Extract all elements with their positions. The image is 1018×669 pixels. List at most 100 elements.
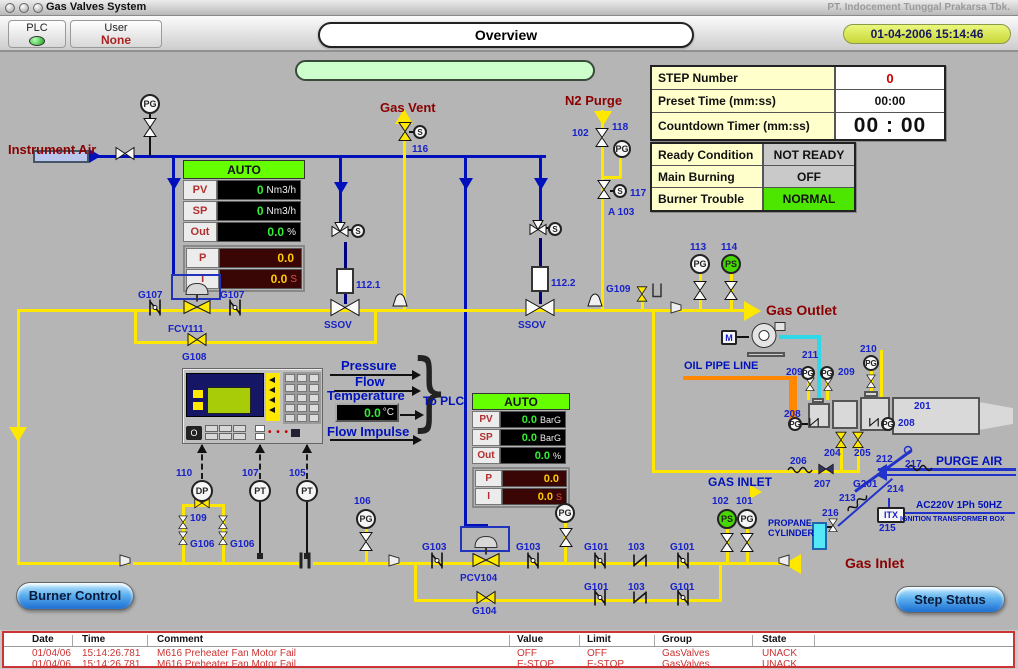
gas-valves-hmi: Gas Valves System PT. Indocement Tunggal… [0, 0, 1018, 669]
device-button-row[interactable]: O • • • [186, 423, 321, 442]
gauge-pg-icon: PG [690, 254, 710, 274]
orifice-plate-icon [297, 552, 313, 575]
burner-trouble-row: Burner Trouble NORMAL [652, 188, 854, 210]
alarm-cell[interactable]: GasValves [662, 659, 710, 668]
globe-valve-icon [720, 533, 734, 558]
plc-button[interactable]: PLC [8, 20, 66, 48]
diagram-label: G201 [853, 479, 877, 490]
param-label: Out [183, 222, 217, 242]
pipe-segment [652, 309, 655, 473]
flow-arrow-icon [744, 301, 761, 321]
alarm-col-header[interactable]: Value [517, 634, 543, 645]
diagram-label: 110 [176, 468, 192, 479]
pipe-segment [134, 309, 137, 344]
pipe-segment [878, 474, 1016, 476]
device-small-key[interactable] [291, 429, 300, 437]
alarm-cell[interactable]: 15:14:26.781 [82, 648, 140, 659]
globe-valve-icon [828, 518, 838, 536]
reducer-icon [670, 301, 682, 319]
diagram-label: 204 [824, 448, 841, 459]
alarm-cell[interactable]: OFF [587, 648, 607, 659]
alarm-cell[interactable]: UNACK [762, 648, 797, 659]
burner-trouble-label: Burner Trouble [652, 188, 764, 210]
ready-condition-label: Ready Condition [652, 144, 764, 165]
user-button[interactable]: User None [70, 20, 162, 48]
alarm-col-header[interactable]: Date [32, 634, 54, 645]
signal-arrow-line [330, 439, 414, 441]
diagram-label: 208 [898, 418, 915, 429]
datetime-display: 01-04-2006 15:14:46 [843, 24, 1011, 44]
diagram-label: 112.1 [356, 280, 380, 291]
globe-valve-icon [724, 281, 738, 306]
window-minimize-icon[interactable] [19, 3, 29, 13]
diagram-label: 112.2 [551, 278, 575, 289]
window-title: Gas Valves System [46, 1, 146, 13]
check-valve-icon [631, 554, 649, 573]
pipe-segment [878, 468, 1016, 471]
preset-time-row: Preset Time (mm:ss) 00:00 [652, 90, 944, 113]
alarm-cell[interactable]: 01/04/06 [32, 659, 71, 668]
param-value: 0.0 [502, 470, 567, 487]
step-status-button[interactable]: Step Status [895, 586, 1005, 613]
alarm-cell[interactable]: OFF [517, 648, 537, 659]
shutoff-valve-icon [525, 299, 555, 322]
gauge-pg-icon: PG [737, 509, 757, 529]
flow-arrow-icon [459, 178, 473, 190]
gauge-pt-icon: PT [249, 480, 271, 502]
alarm-cell[interactable]: E-STOP [517, 659, 554, 668]
globe-valve-icon [218, 515, 228, 533]
flow-arrow-icon [9, 427, 27, 442]
flow-computer-lcd [207, 387, 251, 414]
device-keypad[interactable] [283, 372, 321, 424]
plc-status-led [29, 36, 45, 46]
step-panel: STEP Number 0 Preset Time (mm:ss) 00:00 … [650, 65, 946, 141]
pressure-controller-faceplate[interactable]: AUTO PV0.0BarGSP0.0BarGOut0.0%P0.0I0.0S [472, 393, 570, 508]
diagram-label: 106 [354, 496, 371, 507]
column-separator [509, 635, 510, 646]
alarm-cell[interactable]: 01/04/06 [32, 648, 71, 659]
alarm-cell[interactable]: GasValves [662, 648, 710, 659]
flow-controller-mode[interactable]: AUTO [183, 160, 305, 179]
alarm-cell[interactable]: M616 Preheater Fan Motor Fail [157, 659, 296, 668]
diagram-label: 214 [887, 484, 904, 495]
alarm-cell[interactable]: E-STOP [587, 659, 624, 668]
alarm-col-header[interactable]: Limit [587, 634, 611, 645]
alarm-cell[interactable]: 15:14:26.781 [82, 659, 140, 668]
pressure-controller-mode[interactable]: AUTO [472, 393, 570, 410]
window-button-icon[interactable] [5, 3, 15, 13]
diagram-label: 101 [736, 496, 753, 507]
check-valve-icon [868, 417, 881, 430]
alarm-cell[interactable]: UNACK [762, 659, 797, 668]
countdown-row: Countdown Timer (mm:ss) 00 : 00 [652, 113, 944, 139]
diagram-label: 212 [876, 454, 893, 465]
alarm-col-header[interactable]: State [762, 634, 786, 645]
screen-title[interactable]: Overview [318, 22, 694, 48]
diagram-label: 210 [860, 344, 877, 355]
window-maximize-icon[interactable] [33, 3, 43, 13]
blower-fan-icon [742, 321, 788, 356]
param-label: SP [472, 429, 500, 446]
param-label: PV [183, 180, 217, 200]
diagram-label: CYLINDER [768, 528, 814, 538]
globe-valve-icon [359, 532, 373, 557]
alarm-col-header[interactable]: Comment [157, 634, 203, 645]
burner-control-button[interactable]: Burner Control [16, 582, 134, 610]
power-key-icon[interactable]: O [186, 426, 202, 440]
diagram-label: 107 [242, 468, 259, 479]
flow-arrow-icon [413, 435, 422, 445]
alarm-cell[interactable]: M616 Preheater Fan Motor Fail [157, 648, 296, 659]
diagram-label: 217 [905, 459, 922, 470]
alarm-table[interactable]: Date Time Comment Value Limit Group State 01/04… [2, 631, 1015, 668]
alarm-col-header[interactable]: Time [82, 634, 105, 645]
diagram-label: Gas Inlet [845, 555, 904, 571]
equipment-box [892, 397, 980, 435]
param-value: 0.0% [500, 447, 566, 464]
flow-arrow-icon [167, 178, 181, 190]
flow-controller-faceplate[interactable]: AUTO PV0Nm3/hSP0Nm3/hOut0.0%P0.0I0.0S [183, 160, 305, 292]
column-separator [72, 635, 73, 646]
flow-arrow-icon [412, 370, 421, 380]
alarm-col-header[interactable]: Group [662, 634, 692, 645]
title-bar: Gas Valves System PT. Indocement Tunggal… [0, 0, 1018, 16]
equipment-box [864, 391, 878, 397]
gauge-s-icon: S [351, 224, 365, 238]
